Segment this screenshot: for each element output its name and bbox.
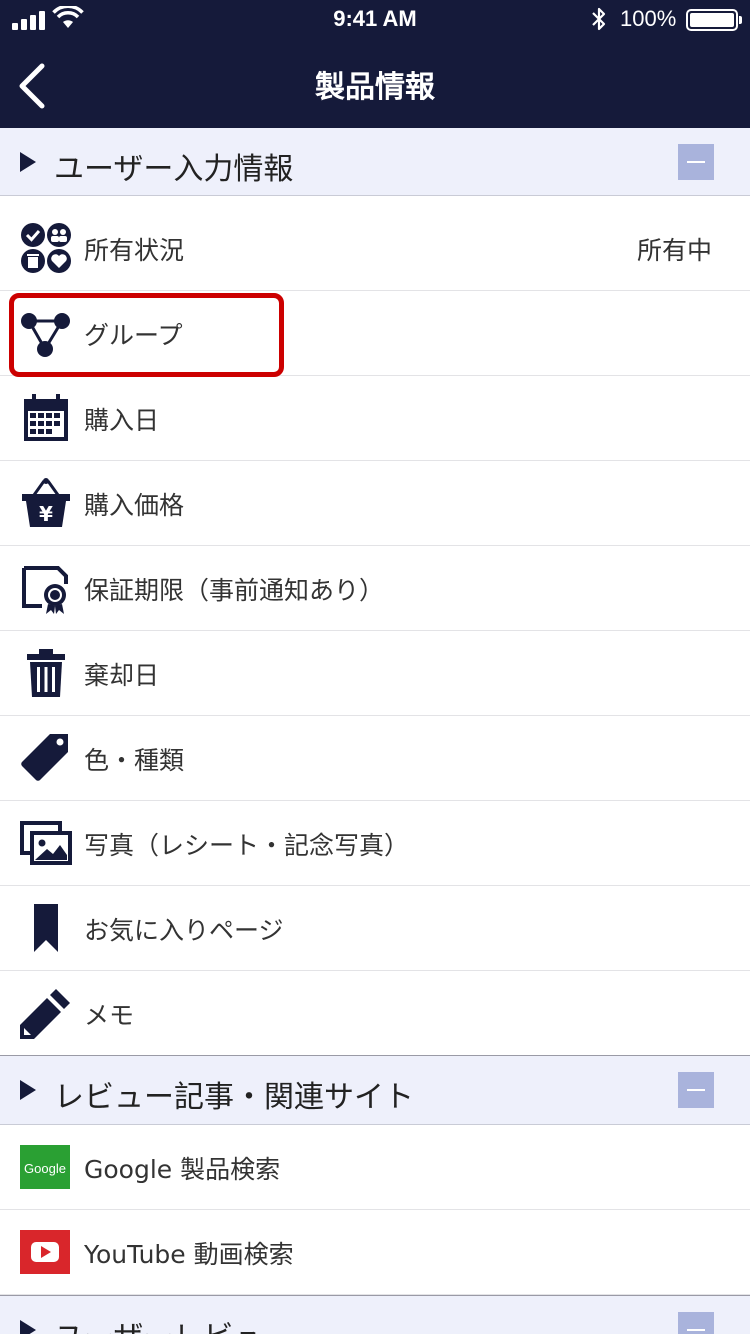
yen-basket-icon: ¥: [20, 477, 72, 529]
bookmark-icon: [20, 902, 72, 954]
row-label: 写真（レシート・記念写真）: [84, 831, 410, 860]
ownership-status-icon: [20, 222, 72, 274]
row-memo[interactable]: メモ: [0, 971, 750, 1055]
row-photos[interactable]: 写真（レシート・記念写真）: [0, 801, 750, 886]
triangle-right-icon: [20, 1080, 36, 1100]
google-logo-text: Google: [24, 1161, 66, 1176]
section-user-reviews-header[interactable]: ユーザーレビュ: [0, 1295, 750, 1334]
youtube-logo-icon: [20, 1230, 70, 1274]
row-label: 棄却日: [84, 661, 160, 690]
calendar-icon: [20, 392, 72, 444]
pencil-icon: [20, 987, 72, 1039]
navigation-bar: 製品情報: [0, 40, 750, 128]
photos-icon: [20, 817, 72, 869]
section-reviews-header[interactable]: レビュー記事・関連サイト: [0, 1055, 750, 1125]
section-user-input-header[interactable]: ユーザー入力情報: [0, 128, 750, 196]
collapse-button[interactable]: [678, 1072, 714, 1108]
battery-icon: [686, 9, 742, 31]
section-label: レビュー記事・関連サイト: [54, 1080, 414, 1115]
group-row-highlight: [9, 293, 284, 377]
row-label: メモ: [84, 1001, 135, 1030]
row-purchase-price[interactable]: ¥ 購入価格: [0, 461, 750, 546]
row-label: Google 製品検索: [84, 1155, 281, 1184]
row-value: 所有中: [636, 236, 712, 265]
triangle-right-icon: [20, 152, 36, 172]
collapse-button[interactable]: [678, 1312, 714, 1334]
row-color-type[interactable]: 色・種類: [0, 716, 750, 801]
top-bar: 9:41 AM 100% 製品情報: [0, 0, 750, 128]
row-label: 所有状況: [84, 236, 185, 265]
collapse-button[interactable]: [678, 144, 714, 180]
row-youtube-search[interactable]: YouTube 動画検索: [0, 1210, 750, 1295]
row-label: 購入価格: [84, 491, 185, 520]
status-bar: 9:41 AM 100%: [0, 0, 750, 40]
certificate-icon: [20, 562, 72, 614]
row-ownership-status[interactable]: 所有状況 所有中: [0, 206, 750, 291]
row-google-search[interactable]: Google Google 製品検索: [0, 1125, 750, 1210]
row-label: 色・種類: [84, 746, 185, 775]
row-label: YouTube 動画検索: [84, 1240, 294, 1269]
svg-text:¥: ¥: [39, 502, 53, 526]
battery-percent: 100%: [620, 6, 677, 31]
row-label: 保証期限（事前通知あり）: [84, 576, 385, 605]
row-disposal-date[interactable]: 棄却日: [0, 631, 750, 716]
row-label: お気に入りページ: [84, 916, 284, 945]
row-purchase-date[interactable]: 購入日: [0, 376, 750, 461]
bluetooth-icon: [592, 7, 606, 31]
row-favorite-pages[interactable]: お気に入りページ: [0, 886, 750, 971]
row-label: 購入日: [84, 406, 160, 435]
tag-icon: [20, 732, 72, 784]
section-label: ユーザーレビュ: [54, 1312, 263, 1334]
google-logo-icon: Google: [20, 1145, 70, 1189]
trash-icon: [20, 647, 72, 699]
page-title: 製品情報: [315, 70, 435, 105]
section-label: ユーザー入力情報: [54, 152, 294, 187]
triangle-right-icon: [20, 1320, 36, 1334]
row-warranty[interactable]: 保証期限（事前通知あり）: [0, 546, 750, 631]
